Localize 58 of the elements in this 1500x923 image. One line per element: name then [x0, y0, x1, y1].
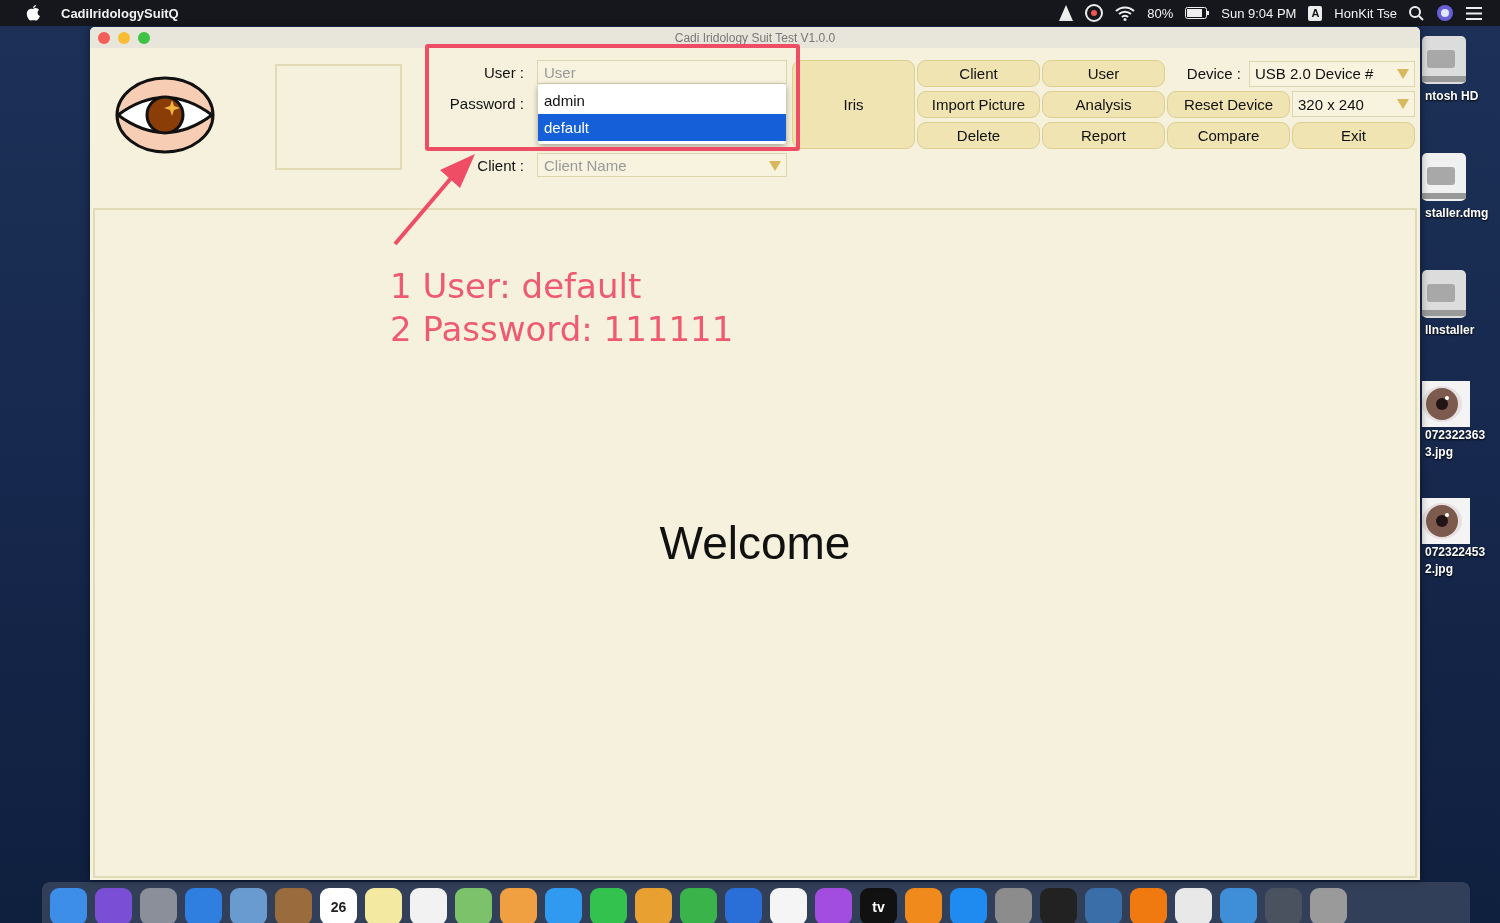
reset-device-button[interactable]: Reset Device: [1167, 91, 1290, 118]
file-name: 2.jpg: [1424, 561, 1454, 578]
file-name: 3.jpg: [1424, 444, 1454, 461]
app-icon[interactable]: [635, 888, 672, 923]
toolbar-button[interactable]: Client: [917, 60, 1040, 87]
app-icon[interactable]: [365, 888, 402, 923]
welcome-text: Welcome: [659, 516, 851, 570]
toolbar-button[interactable]: Import Picture: [917, 91, 1040, 118]
app-icon[interactable]: tv: [860, 888, 897, 923]
caret-icon: [769, 161, 781, 171]
toolbar-button[interactable]: Analysis: [1042, 91, 1165, 118]
close-button[interactable]: [98, 31, 110, 44]
iris-button[interactable]: Iris: [792, 60, 915, 149]
input-source[interactable]: A: [1308, 5, 1323, 21]
app-icon[interactable]: 26: [320, 888, 357, 923]
annotation-text: 1 User: default: [390, 265, 643, 308]
toolbar-button[interactable]: Delete: [917, 122, 1040, 149]
app-icon[interactable]: [410, 888, 447, 923]
caret-icon: [1397, 68, 1409, 79]
exit-button[interactable]: Exit: [1292, 122, 1415, 149]
dropdown-option[interactable]: default: [538, 114, 786, 141]
resolution-select[interactable]: 320 x 240: [1292, 91, 1415, 117]
app-icon[interactable]: [455, 888, 492, 923]
clock[interactable]: Sun 9:04 PM: [1221, 5, 1297, 21]
list-icon[interactable]: [1466, 6, 1482, 20]
window-title: Cadi Iridology Suit Test V1.0.0: [674, 30, 836, 45]
cone-icon[interactable]: [1059, 5, 1074, 21]
app-icon[interactable]: [1175, 888, 1212, 923]
app-icon[interactable]: [770, 888, 807, 923]
compare-button[interactable]: Compare: [1167, 122, 1290, 149]
file-name: lInstaller: [1424, 322, 1476, 339]
file-name: ntosh HD: [1424, 88, 1480, 105]
wifi-icon[interactable]: [1115, 5, 1136, 21]
app-icon[interactable]: [590, 888, 627, 923]
status-icon[interactable]: [1085, 4, 1104, 22]
caret-icon: [1397, 99, 1409, 109]
file-name: staller.dmg: [1424, 205, 1489, 222]
app-icon[interactable]: [905, 888, 942, 923]
toolbar-button[interactable]: User: [1042, 60, 1165, 87]
apple-icon[interactable]: [26, 5, 40, 21]
search-icon[interactable]: [1409, 5, 1424, 21]
file-name: 072322363: [1424, 427, 1487, 444]
dropdown-option[interactable]: admin: [538, 87, 786, 114]
app-menu[interactable]: CadiIridologySuitQ: [61, 5, 179, 21]
battery-icon[interactable]: [1185, 7, 1210, 19]
user-name[interactable]: HonKit Tse: [1334, 5, 1397, 21]
siri-icon[interactable]: [1436, 4, 1454, 22]
app-icon[interactable]: [680, 888, 717, 923]
file-name: 072322453: [1424, 544, 1487, 561]
app-icon[interactable]: [500, 888, 537, 923]
device-label: Device :: [1186, 65, 1241, 82]
battery-percent: 80%: [1147, 5, 1174, 21]
device-select[interactable]: USB 2.0 Device #: [1249, 60, 1415, 87]
client-label: Client :: [476, 156, 524, 174]
password-label: Password :: [448, 94, 524, 112]
user-label: User :: [483, 63, 524, 81]
toolbar-button[interactable]: Report: [1042, 122, 1165, 149]
annotation-text: 2 Password: 111111: [390, 308, 734, 351]
